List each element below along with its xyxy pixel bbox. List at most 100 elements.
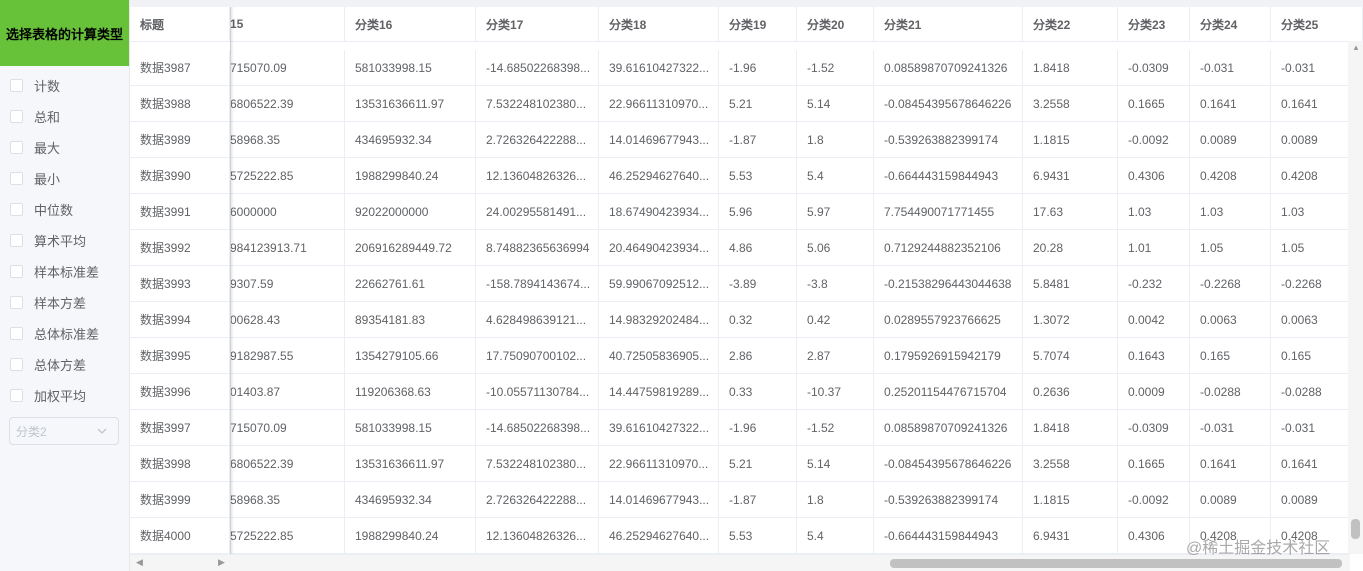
table-row[interactable]: 数据3997 715070.09 581033998.15 -14.685022683… <box>130 410 1363 446</box>
table-cell: 39.61610427322... <box>599 50 719 85</box>
table-cell: 3.2558 <box>1023 86 1118 121</box>
table-cell: 984123913.71 <box>230 230 345 265</box>
checkbox[interactable] <box>10 141 23 154</box>
table-cell: 206916289449.72 <box>345 230 476 265</box>
table-cell: 数据4000 <box>130 518 230 553</box>
table-cell: 数据3994 <box>130 302 230 337</box>
calc-option[interactable]: 总体标准差 <box>0 318 129 349</box>
table-cell: 6.9431 <box>1023 158 1118 193</box>
table-cell: 22.96611310970... <box>599 86 719 121</box>
calc-option[interactable]: 加权平均 <box>0 380 129 411</box>
calc-option[interactable]: 总体方差 <box>0 349 129 380</box>
table-cell: 3.2558 <box>1023 446 1118 481</box>
table-cell: 0.1665 <box>1118 446 1190 481</box>
table-row[interactable]: 数据4000 5725222.85 1988299840.24 12.13604826… <box>130 518 1363 554</box>
table-cell: -0.0092 <box>1118 122 1190 157</box>
table-cell: -0.539263882399174 <box>874 482 1023 517</box>
calc-option[interactable]: 总和 <box>0 101 129 132</box>
checkbox[interactable] <box>10 203 23 216</box>
calc-option-label: 加权平均 <box>34 389 87 404</box>
horizontal-scrollbar-thumb[interactable] <box>890 559 1342 568</box>
table-row[interactable]: 数据3993 9307.59 22662761.61 -158.7894143674.… <box>130 266 1363 302</box>
table-cell: -3.8 <box>797 266 874 301</box>
checkbox[interactable] <box>10 389 23 402</box>
table-row[interactable]: 数据3998 6806522.39 13531636611.97 7.53224810… <box>130 446 1363 482</box>
column-header[interactable]: 分类21 <box>874 7 1023 41</box>
column-header[interactable]: 分类17 <box>476 7 599 41</box>
checkbox[interactable] <box>10 296 23 309</box>
table-cell: -0.08454395678646226 <box>874 446 1023 481</box>
checkbox[interactable] <box>10 172 23 185</box>
calc-option[interactable]: 样本标准差 <box>0 256 129 287</box>
table-cell: 119206368.63 <box>345 374 476 409</box>
table-row[interactable]: 数据3990 5725222.85 1988299840.24 12.13604826… <box>130 158 1363 194</box>
column-header[interactable]: 分类24 <box>1190 7 1271 41</box>
table-cell: -0.031 <box>1190 50 1271 85</box>
vertical-scrollbar[interactable]: ▲ <box>1348 41 1363 554</box>
column-header[interactable]: 分类18 <box>599 7 719 41</box>
checkbox[interactable] <box>10 358 23 371</box>
table-cell: 数据3993 <box>130 266 230 301</box>
checkbox[interactable] <box>10 110 23 123</box>
table-cell: 581033998.15 <box>345 50 476 85</box>
horizontal-scrollbar[interactable]: ◀ ▶ <box>130 554 1350 571</box>
calc-option[interactable]: 算术平均 <box>0 225 129 256</box>
table-row[interactable]: 数据3991 6000000 92022000000 24.00295581491..… <box>130 194 1363 230</box>
arrow-up-icon[interactable]: ▲ <box>1352 43 1360 52</box>
column-header[interactable]: 分类16 <box>345 7 476 41</box>
calc-option[interactable]: 最大 <box>0 132 129 163</box>
table-cell: 0.0289557923766625 <box>874 302 1023 337</box>
table-cell: 17.75090700102... <box>476 338 599 373</box>
column-header[interactable]: 分类20 <box>797 7 874 41</box>
table-cell: 7.532248102380... <box>476 446 599 481</box>
calc-option-label: 总体方差 <box>34 358 87 373</box>
table-row[interactable]: 数据3987 715070.09 581033998.15 -14.685022683… <box>130 50 1363 86</box>
checkbox[interactable] <box>10 265 23 278</box>
category-select-placeholder: 分类2 <box>16 424 47 439</box>
table-cell: 6000000 <box>230 194 345 229</box>
table-row[interactable]: 数据3992 984123913.71 206916289449.72 8.74882… <box>130 230 1363 266</box>
vertical-scrollbar-thumb[interactable] <box>1351 519 1360 539</box>
calc-option[interactable]: 计数 <box>0 70 129 101</box>
table-cell: 9307.59 <box>230 266 345 301</box>
table-row[interactable]: 数据3995 9182987.55 1354279105.66 17.75090700… <box>130 338 1363 374</box>
table-cell: -0.031 <box>1190 410 1271 445</box>
arrow-left-icon[interactable]: ◀ <box>136 557 143 568</box>
calc-option[interactable]: 最小 <box>0 163 129 194</box>
table-cell: 0.4306 <box>1118 158 1190 193</box>
table-cell: -3.89 <box>719 266 797 301</box>
table-row[interactable]: 数据3989 58968.35 434695932.34 2.726326422288… <box>130 122 1363 158</box>
arrow-right-icon[interactable]: ▶ <box>218 557 225 568</box>
calc-option[interactable]: 中位数 <box>0 194 129 225</box>
table-cell: 40.72505836905... <box>599 338 719 373</box>
column-header[interactable]: 分类23 <box>1118 7 1190 41</box>
column-header[interactable]: 分类22 <box>1023 7 1118 41</box>
table-row[interactable]: 数据3996 01403.87 119206368.63 -10.0557113078… <box>130 374 1363 410</box>
table-cell: 0.08589870709241326 <box>874 410 1023 445</box>
column-header[interactable]: 分类25 <box>1271 7 1363 41</box>
table-row[interactable]: 数据3994 00628.43 89354181.83 4.628498639121.… <box>130 302 1363 338</box>
table-cell: 6806522.39 <box>230 446 345 481</box>
checkbox[interactable] <box>10 327 23 340</box>
table-row[interactable]: 数据3988 6806522.39 13531636611.97 7.53224810… <box>130 86 1363 122</box>
table-cell: 1.8 <box>797 122 874 157</box>
calc-option-label: 总体标准差 <box>34 327 100 342</box>
column-header[interactable]: 15 <box>230 7 345 41</box>
table-cell: -10.37 <box>797 374 874 409</box>
data-table: 标题 15 分类16 分类17 分类18 分类19 分类20 分类21 分类22 分类23 分类24… <box>130 0 1363 571</box>
table-cell: 59.99067092512... <box>599 266 719 301</box>
table-header-row: 标题 15 分类16 分类17 分类18 分类19 分类20 分类21 分类22 分类23 分类24… <box>130 7 1363 42</box>
calc-option-label: 样本标准差 <box>34 265 100 280</box>
table-cell: -158.7894143674... <box>476 266 599 301</box>
checkbox[interactable] <box>10 234 23 247</box>
column-header[interactable]: 分类19 <box>719 7 797 41</box>
table-cell: 9182987.55 <box>230 338 345 373</box>
checkbox[interactable] <box>10 79 23 92</box>
table-row[interactable]: 数据3999 58968.35 434695932.34 2.726326422288… <box>130 482 1363 518</box>
table-cell: 1.8 <box>797 482 874 517</box>
column-header[interactable]: 标题 <box>130 7 230 41</box>
table-cell: 39.61610427322... <box>599 410 719 445</box>
table-cell: 58968.35 <box>230 122 345 157</box>
calc-option[interactable]: 样本方差 <box>0 287 129 318</box>
category-select[interactable]: 分类2 <box>9 417 119 445</box>
